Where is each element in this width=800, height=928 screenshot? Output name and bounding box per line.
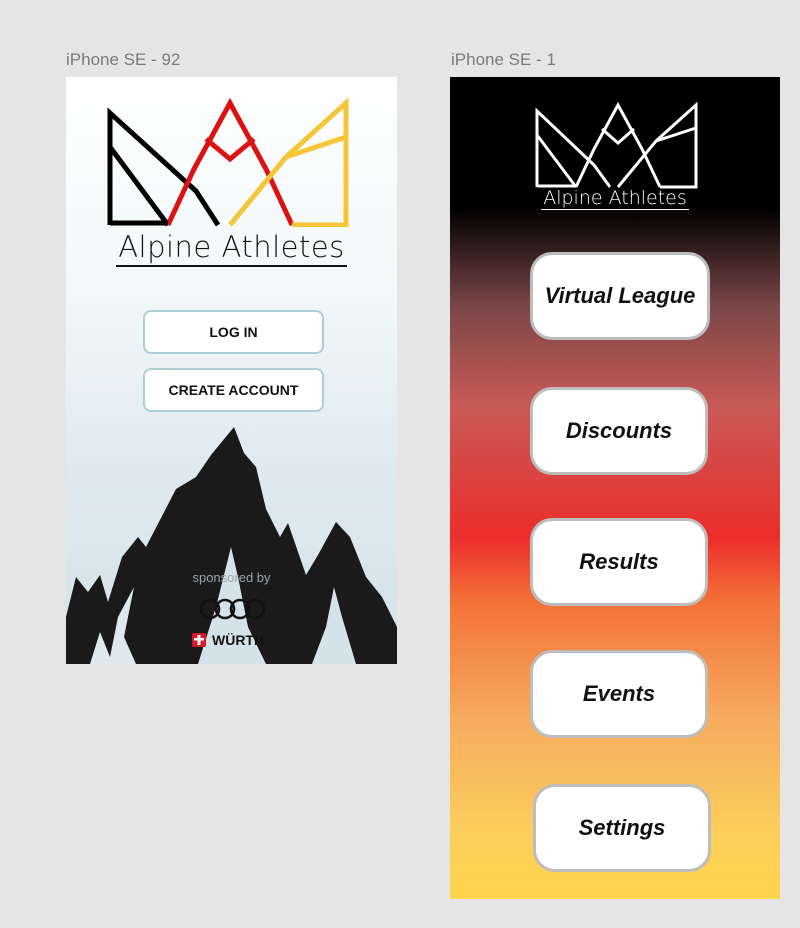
wurth-wordmark: WÜRTH [212,632,265,648]
menu-button-virtual-league[interactable]: Virtual League [530,252,710,340]
brand-title: Alpine Athletes [66,230,397,267]
create-account-button[interactable]: CREATE ACCOUNT [143,368,324,412]
mountains-illustration [66,427,397,664]
frame-label-login: iPhone SE - 92 [66,50,181,69]
crown-logo-white-icon [535,101,698,189]
audi-rings-icon [199,598,265,620]
menu-button-results[interactable]: Results [530,518,708,606]
crown-logo-icon [107,97,349,227]
menu-button-settings[interactable]: Settings [533,784,711,872]
wurth-emblem-icon [192,633,206,647]
menu-screen: Alpine Athletes Virtual League Discounts… [450,77,780,899]
login-button[interactable]: LOG IN [143,310,324,354]
sponsored-by-label: sponsored by [192,570,271,585]
frame-label-menu: iPhone SE - 1 [451,50,556,69]
login-screen: Alpine Athletes LOG IN CREATE ACCOUNT sp… [66,77,397,664]
wurth-sponsor-logo: WÜRTH [191,630,264,650]
menu-button-discounts[interactable]: Discounts [530,387,708,475]
brand-title: Alpine Athletes [541,187,689,210]
menu-button-events[interactable]: Events [530,650,708,738]
